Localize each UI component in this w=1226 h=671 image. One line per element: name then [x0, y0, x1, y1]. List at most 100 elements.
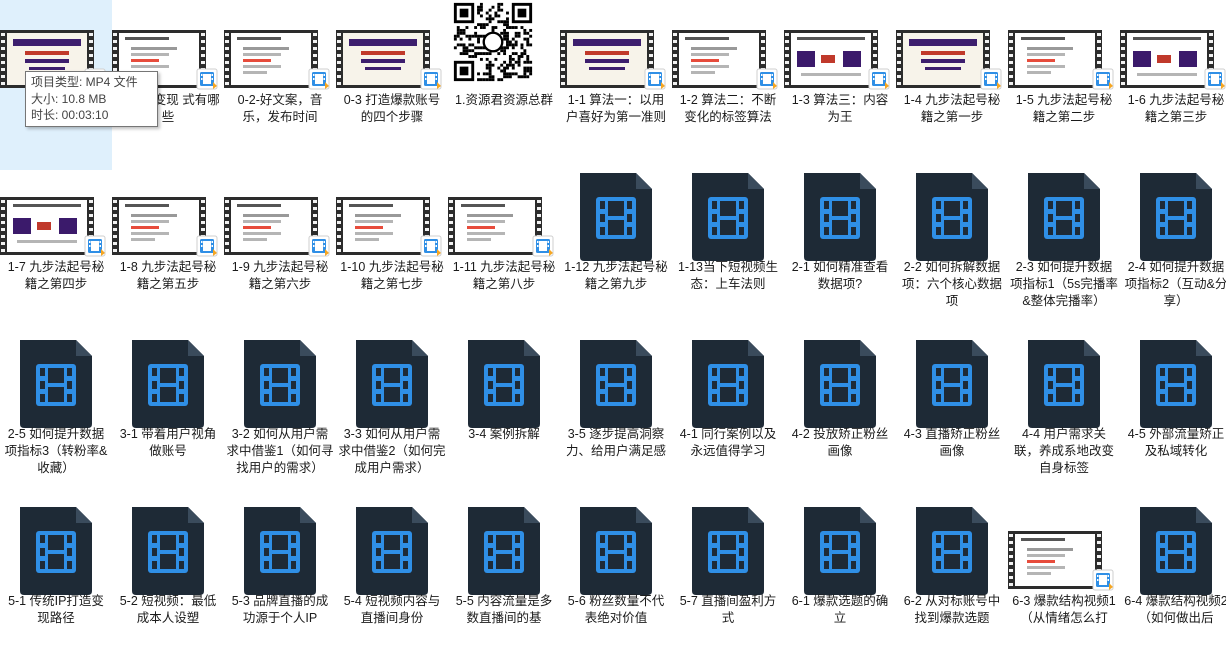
file-name: 4-5 外部流量矫正及私域转化 — [1127, 427, 1225, 458]
file-name: 1-2 算法二：不断变化的标签算法 — [679, 93, 777, 124]
video-badge-icon — [1092, 68, 1114, 90]
file-item[interactable]: 6-3 爆款结构视频1（从情绪怎么打 — [1008, 501, 1120, 671]
file-name: 3-2 如何从用户需求中借鉴1（如何寻找用户的需求） — [226, 427, 334, 475]
video-file-icon — [804, 340, 876, 428]
file-item[interactable]: 4-4 用户需求关联，养成系地改变自身标签 — [1008, 334, 1120, 504]
file-item[interactable]: 5-2 短视频：最低成本人设塑 — [112, 501, 224, 671]
file-item[interactable]: 3-2 如何从用户需求中借鉴1（如何寻找用户的需求） — [224, 334, 336, 504]
file-item[interactable]: 5-5 内容流量是多数直播间的基 — [448, 501, 560, 671]
video-file-icon — [20, 507, 92, 595]
file-item[interactable]: 4-5 外部流量矫正及私域转化 — [1120, 334, 1226, 504]
file-name: 6-1 爆款选题的确立 — [791, 594, 889, 625]
file-item[interactable]: 6-1 爆款选题的确立 — [784, 501, 896, 671]
file-item[interactable]: 1.资源君资源总群 — [448, 0, 560, 170]
file-item[interactable]: 4-1 同行案例以及永远值得学习 — [672, 334, 784, 504]
file-item[interactable]: 1-7 九步法起号秘籍之第四步 — [0, 167, 112, 337]
file-thumbnail — [560, 0, 672, 94]
file-item[interactable]: 6-4 爆款结构视频2（如何做出后 — [1120, 501, 1226, 671]
video-file-icon — [804, 507, 876, 595]
file-name: 1-9 九步法起号秘籍之第六步 — [231, 260, 329, 291]
file-name: 1-6 九步法起号秘籍之第三步 — [1127, 93, 1225, 124]
video-file-icon — [356, 340, 428, 428]
file-item[interactable]: 1-13当下短视频生态：上车法则 — [672, 167, 784, 337]
file-name: 1.资源君资源总群 — [455, 93, 553, 107]
video-thumbnail — [1008, 531, 1102, 589]
video-file-icon — [916, 340, 988, 428]
file-item[interactable]: 2-4 如何提升数据项指标2（互动&分享） — [1120, 167, 1226, 337]
video-badge-icon — [1204, 68, 1226, 90]
video-file-icon — [244, 507, 316, 595]
video-thumbnail — [112, 197, 206, 255]
file-thumbnail — [336, 334, 448, 428]
file-name: 1-1 算法一：以用户喜好为第一准则 — [565, 93, 666, 124]
file-name: 1-3 算法三：内容为王 — [791, 93, 889, 124]
video-badge-icon — [868, 68, 890, 90]
file-item[interactable]: 1-4 九步法起号秘籍之第一步 — [896, 0, 1008, 170]
video-file-icon — [244, 340, 316, 428]
file-item[interactable]: 1-12 九步法起号秘籍之第九步 — [560, 167, 672, 337]
video-thumbnail — [0, 197, 94, 255]
file-item[interactable]: 5-6 粉丝数量不代表绝对价值 — [560, 501, 672, 671]
file-item[interactable]: 1-8 九步法起号秘籍之第五步 — [112, 167, 224, 337]
file-thumbnail — [896, 334, 1008, 428]
video-file-icon — [804, 173, 876, 261]
file-item[interactable]: 5-1 传统IP打造变现路径 — [0, 501, 112, 671]
file-item[interactable]: 3-3 如何从用户需求中借鉴2（如何完成用户需求） — [336, 334, 448, 504]
video-badge-icon — [308, 235, 330, 257]
file-thumbnail — [672, 334, 784, 428]
file-item[interactable]: 1-5 九步法起号秘籍之第二步 — [1008, 0, 1120, 170]
file-item[interactable]: 1-2 算法二：不断变化的标签算法 — [672, 0, 784, 170]
file-thumbnail — [1008, 0, 1120, 94]
tooltip-type: 项目类型: MP4 文件 — [31, 75, 138, 89]
file-name: 3-1 带着用户视角做账号 — [119, 427, 217, 458]
file-item[interactable]: 1-9 九步法起号秘籍之第六步 — [224, 167, 336, 337]
file-thumbnail — [1008, 167, 1120, 261]
video-file-icon — [1028, 340, 1100, 428]
file-item[interactable]: 1-11 九步法起号秘籍之第八步 — [448, 167, 560, 337]
video-thumbnail — [336, 30, 430, 88]
file-item[interactable]: 5-7 直播间盈利方式 — [672, 501, 784, 671]
file-info-tooltip: 项目类型: MP4 文件 大小: 10.8 MB 时长: 00:03:10 — [25, 71, 158, 127]
file-item[interactable]: 5-4 短视频内容与直播间身份 — [336, 501, 448, 671]
video-file-icon — [1028, 173, 1100, 261]
video-thumbnail — [672, 30, 766, 88]
file-item[interactable]: 1-3 算法三：内容为王 — [784, 0, 896, 170]
file-item[interactable]: 1-6 九步法起号秘籍之第三步 — [1120, 0, 1226, 170]
file-name: 2-2 如何拆解数据项：六个核心数据项 — [901, 260, 1002, 308]
file-item[interactable]: 2-3 如何提升数据项指标1（5s完播率&整体完播率） — [1008, 167, 1120, 337]
file-thumbnail — [224, 167, 336, 261]
file-item[interactable]: 1-10 九步法起号秘籍之第七步 — [336, 167, 448, 337]
file-grid: 0-短视频变现 式有哪些0-2-好文案，音乐，发布时间0-3 打造爆款账号的四个… — [0, 0, 1226, 625]
file-thumbnail — [336, 167, 448, 261]
file-name: 5-1 传统IP打造变现路径 — [8, 594, 104, 625]
file-item[interactable]: 2-2 如何拆解数据项：六个核心数据项 — [896, 167, 1008, 337]
file-item[interactable]: 4-3 直播矫正粉丝画像 — [896, 334, 1008, 504]
file-name: 1-12 九步法起号秘籍之第九步 — [564, 260, 668, 291]
video-badge-icon — [420, 68, 442, 90]
file-item[interactable]: 5-3 品牌直播的成功源于个人IP — [224, 501, 336, 671]
file-name: 4-1 同行案例以及永远值得学习 — [679, 427, 777, 458]
file-name: 5-5 内容流量是多数直播间的基 — [455, 594, 553, 625]
file-item[interactable]: 1-1 算法一：以用户喜好为第一准则 — [560, 0, 672, 170]
file-item[interactable]: 2-5 如何提升数据项指标3（转粉率&收藏） — [0, 334, 112, 504]
file-thumbnail — [784, 334, 896, 428]
file-item[interactable]: 4-2 投放矫正粉丝画像 — [784, 334, 896, 504]
video-file-icon — [580, 507, 652, 595]
video-badge-icon — [756, 68, 778, 90]
file-name: 5-4 短视频内容与直播间身份 — [343, 594, 441, 625]
file-item[interactable]: 2-1 如何精准查看数据项? — [784, 167, 896, 337]
file-item[interactable]: 3-1 带着用户视角做账号 — [112, 334, 224, 504]
video-badge-icon — [644, 68, 666, 90]
file-item[interactable]: 6-2 从对标账号中找到爆款选题 — [896, 501, 1008, 671]
file-thumbnail — [448, 167, 560, 261]
file-item[interactable]: 3-5 逐步提高洞察力、给用户满足感 — [560, 334, 672, 504]
file-thumbnail — [336, 0, 448, 94]
file-item[interactable]: 3-4 案例拆解 — [448, 334, 560, 504]
file-name: 5-2 短视频：最低成本人设塑 — [119, 594, 217, 625]
video-badge-icon — [308, 68, 330, 90]
video-file-icon — [132, 340, 204, 428]
video-badge-icon — [84, 235, 106, 257]
file-item[interactable]: 0-2-好文案，音乐，发布时间 — [224, 0, 336, 170]
file-thumbnail — [448, 334, 560, 428]
file-item[interactable]: 0-3 打造爆款账号的四个步骤 — [336, 0, 448, 170]
